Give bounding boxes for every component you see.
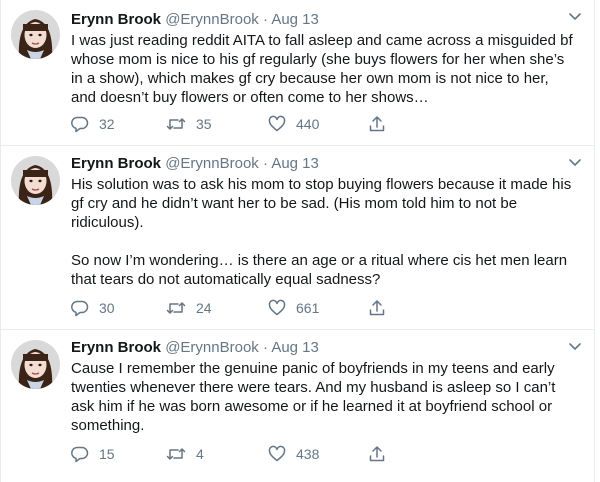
- timeline-border-right: [594, 0, 595, 482]
- tweet-text: His solution was to ask his mom to stop …: [71, 175, 574, 289]
- like-button[interactable]: 661: [268, 297, 319, 319]
- share-button[interactable]: [368, 113, 396, 135]
- tweet-date[interactable]: Aug 13: [271, 155, 319, 172]
- retweet-button[interactable]: 4: [166, 443, 204, 465]
- like-count: 661: [296, 300, 320, 316]
- meta-separator: ·: [258, 11, 272, 28]
- reply-icon: [71, 300, 89, 317]
- tweet-text: I was just reading reddit AITA to fall a…: [71, 31, 574, 107]
- meta-separator: ·: [258, 155, 272, 172]
- reply-button[interactable]: 30: [71, 297, 115, 319]
- reply-count: 32: [99, 116, 115, 132]
- share-button[interactable]: [368, 443, 396, 465]
- retweet-button[interactable]: 35: [166, 113, 212, 135]
- chevron-down-icon[interactable]: [568, 158, 582, 168]
- author-handle[interactable]: @ErynnBrook: [165, 11, 259, 28]
- meta-separator: ·: [258, 339, 272, 356]
- tweet-date[interactable]: Aug 13: [271, 339, 319, 356]
- like-count: 440: [296, 116, 320, 132]
- tweet[interactable]: Erynn Brook @ErynnBrook · Aug 13 I was j…: [1, 0, 594, 146]
- tweet-header: Erynn Brook @ErynnBrook · Aug 13: [71, 154, 574, 174]
- retweet-icon: [166, 302, 186, 314]
- reply-count: 30: [99, 300, 115, 316]
- tweet-paragraph: Cause I remember the genuine panic of bo…: [71, 360, 556, 434]
- author-name[interactable]: Erynn Brook: [71, 155, 161, 172]
- chevron-down-icon[interactable]: [568, 12, 582, 22]
- tweet-paragraph: His solution was to ask his mom to stop …: [71, 176, 572, 231]
- like-button[interactable]: 438: [268, 443, 319, 465]
- heart-icon: [268, 115, 286, 132]
- reply-button[interactable]: 32: [71, 113, 115, 135]
- tweet[interactable]: Erynn Brook @ErynnBrook · Aug 13 His sol…: [1, 146, 594, 330]
- retweet-count: 4: [196, 446, 204, 462]
- tweet-actions: 30 24 661: [71, 297, 401, 319]
- avatar[interactable]: [11, 340, 60, 389]
- author-name[interactable]: Erynn Brook: [71, 339, 161, 356]
- share-button[interactable]: [368, 297, 396, 319]
- like-button[interactable]: 440: [268, 113, 319, 135]
- heart-icon: [268, 299, 286, 316]
- tweet-text: Cause I remember the genuine panic of bo…: [71, 359, 574, 435]
- tweet-actions: 15 4 438: [71, 443, 401, 465]
- tweet-paragraph: I was just reading reddit AITA to fall a…: [71, 32, 573, 106]
- author-name[interactable]: Erynn Brook: [71, 11, 161, 28]
- heart-icon: [268, 445, 286, 462]
- share-icon: [369, 446, 385, 462]
- tweet-header: Erynn Brook @ErynnBrook · Aug 13: [71, 338, 574, 358]
- retweet-count: 35: [196, 116, 212, 132]
- tweet-paragraph: So now I’m wondering… is there an age or…: [71, 252, 568, 288]
- chevron-down-icon[interactable]: [568, 342, 582, 352]
- reply-button[interactable]: 15: [71, 443, 115, 465]
- reply-icon: [71, 446, 89, 463]
- share-icon: [369, 116, 385, 132]
- author-handle[interactable]: @ErynnBrook: [165, 155, 259, 172]
- avatar[interactable]: [11, 156, 60, 205]
- reply-count: 15: [99, 446, 115, 462]
- share-icon: [369, 300, 385, 316]
- like-count: 438: [296, 446, 320, 462]
- retweet-button[interactable]: 24: [166, 297, 212, 319]
- tweet-actions: 32 35 440: [71, 113, 401, 135]
- avatar[interactable]: [11, 10, 60, 59]
- author-handle[interactable]: @ErynnBrook: [165, 339, 259, 356]
- tweet-date[interactable]: Aug 13: [271, 11, 319, 28]
- tweet[interactable]: Erynn Brook @ErynnBrook · Aug 13 Cause I…: [1, 330, 594, 482]
- retweet-count: 24: [196, 300, 212, 316]
- retweet-icon: [166, 448, 186, 460]
- tweet-header: Erynn Brook @ErynnBrook · Aug 13: [71, 10, 574, 30]
- retweet-icon: [166, 118, 186, 130]
- reply-icon: [71, 116, 89, 133]
